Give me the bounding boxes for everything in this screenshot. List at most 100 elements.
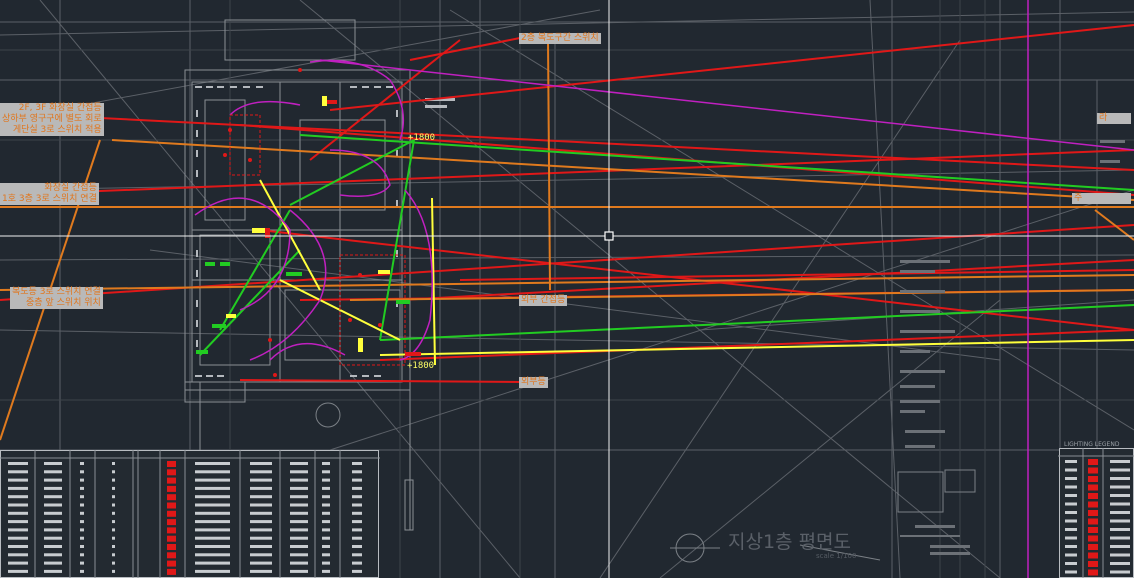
- table-cell: [44, 528, 62, 532]
- table-cell: [1088, 493, 1098, 499]
- table-cell: [352, 520, 362, 524]
- table-cell: [195, 511, 230, 515]
- drawing-title: 지상1층 평면도: [728, 531, 852, 553]
- table-cell: [195, 561, 230, 565]
- table-cell: [250, 528, 272, 532]
- table-cell: [250, 495, 272, 499]
- schedule-table-left[interactable]: [0, 450, 380, 578]
- table-cell: [250, 486, 272, 490]
- annotation-tag[interactable]: 2F, 3F 화장실 간접등 상하부 영구구에 별도 회로 게단실 3로 스위치…: [0, 103, 104, 136]
- table-cell: [1110, 502, 1130, 506]
- table-cell: [80, 486, 84, 490]
- table-cell: [195, 486, 230, 490]
- table-cell: [1110, 511, 1130, 514]
- table-cell: [250, 536, 272, 540]
- annotation-tag[interactable]: 2층 복도구간 스위치: [519, 33, 601, 44]
- drawing-scale: scale 1/100: [816, 552, 857, 560]
- table-cell: [1065, 570, 1077, 574]
- table-cell: [322, 511, 330, 515]
- table-cell: [80, 569, 84, 573]
- table-cell: [290, 478, 308, 482]
- table-cell: [322, 569, 330, 573]
- table-cell: [1065, 562, 1077, 565]
- table-cell: [167, 477, 176, 484]
- annotation-text: 게단실 3로 스위치 적용: [12, 125, 102, 135]
- table-cell: [195, 528, 230, 532]
- table-cell: [195, 470, 230, 474]
- table-cell: [1088, 459, 1098, 465]
- table-cell: [250, 545, 272, 548]
- table-cell: [8, 569, 28, 573]
- table-cell: [112, 520, 115, 524]
- table-cell: [352, 486, 362, 490]
- table-cell: [8, 528, 28, 532]
- table-cell: [112, 478, 115, 482]
- table-cell: [1110, 570, 1130, 574]
- table-cell: [8, 486, 28, 490]
- table-cell: [8, 503, 28, 507]
- table-cell: [352, 503, 362, 507]
- table-cell: [167, 502, 176, 509]
- table-cell: [112, 553, 115, 557]
- table-cell: [1065, 511, 1077, 514]
- table-cell: [112, 528, 115, 532]
- annotation-text: 주: [1074, 193, 1083, 203]
- table-cell: [1088, 535, 1098, 542]
- table-cell: [290, 536, 308, 540]
- table-cell: [352, 495, 362, 499]
- table-cell: [352, 569, 362, 573]
- table-cell: [250, 503, 272, 507]
- table-cell: [1088, 476, 1098, 482]
- annotation-tag[interactable]: 주: [1072, 193, 1131, 204]
- table-cell: [80, 495, 84, 499]
- table-cell: [8, 511, 28, 515]
- table-cell: [1110, 485, 1130, 489]
- annotation-tag[interactable]: 라: [1097, 113, 1131, 124]
- table-cell: [250, 470, 272, 474]
- annotation-text: 중층 앞 스위치 위치: [26, 298, 101, 308]
- table-cell: [1088, 569, 1098, 576]
- annotation-text: 상하부 영구구에 별도 회로: [2, 114, 102, 124]
- table-cell: [290, 569, 308, 573]
- table-cell: [80, 528, 84, 532]
- table-cell: [1110, 494, 1130, 497]
- table-cell: [1088, 527, 1098, 533]
- table-cell: [290, 528, 308, 532]
- table-cell: [195, 495, 230, 499]
- table-cell: [8, 536, 28, 540]
- annotation-tag[interactable]: 화장실 간접등 1호 3층 3로 스위치 연결: [0, 183, 99, 205]
- table-cell: [112, 511, 115, 515]
- table-cell: [1065, 468, 1077, 472]
- table-cell: [352, 470, 362, 474]
- table-cell: [1065, 545, 1077, 548]
- table-cell: [112, 536, 115, 540]
- table-cell: [250, 462, 272, 465]
- table-cell: [44, 495, 62, 499]
- table-cell: [112, 561, 115, 565]
- annotation-tag[interactable]: 외부 간접등: [519, 295, 568, 306]
- table-cell: [112, 545, 115, 548]
- table-cell: [44, 561, 62, 565]
- table-cell: [44, 503, 62, 507]
- annotation-text: 2F, 3F 화장실 간접등: [18, 103, 102, 113]
- lighting-legend-table[interactable]: [1058, 440, 1134, 578]
- table-cell: [167, 469, 176, 476]
- table-cell: [1065, 502, 1077, 506]
- table-cell: [80, 553, 84, 557]
- table-cell: [1065, 460, 1077, 463]
- table-cell: [167, 461, 176, 467]
- annotation-tag[interactable]: 외부등: [519, 377, 548, 388]
- table-cell: [80, 470, 84, 474]
- table-cell: [322, 495, 330, 499]
- table-cell: [195, 478, 230, 482]
- table-cell: [1088, 501, 1098, 508]
- annotation-tag[interactable]: 복도등 3로 스위치 연결 중층 앞 스위치 위치: [10, 287, 103, 309]
- table-cell: [352, 528, 362, 532]
- table-cell: [1065, 528, 1077, 531]
- table-cell: [44, 545, 62, 548]
- elevation-label: +1800: [408, 133, 436, 143]
- table-cell: [290, 503, 308, 507]
- annotation-text: 외부등: [521, 377, 546, 387]
- table-cell: [167, 544, 176, 550]
- table-cell: [322, 536, 330, 540]
